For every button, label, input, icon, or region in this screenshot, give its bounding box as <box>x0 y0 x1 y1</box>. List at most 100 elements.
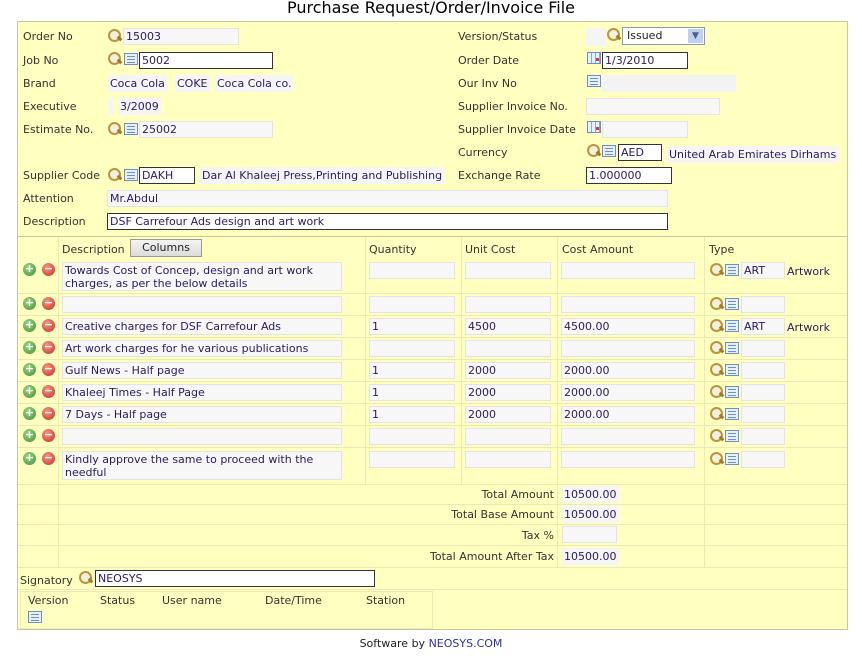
supplier-invoice-no-field[interactable] <box>586 98 720 115</box>
line-unit-cost[interactable] <box>465 262 551 279</box>
add-row-icon[interactable]: + <box>23 263 36 276</box>
supplier-code-field[interactable]: DAKH <box>139 167 195 184</box>
list-icon[interactable] <box>124 123 138 135</box>
line-cost-amount[interactable] <box>561 296 695 313</box>
line-quantity[interactable] <box>369 262 455 279</box>
calendar-icon[interactable] <box>587 52 601 64</box>
line-type[interactable] <box>741 296 785 313</box>
search-icon[interactable] <box>709 362 724 377</box>
search-icon[interactable] <box>709 384 724 399</box>
list-icon[interactable] <box>124 169 138 181</box>
line-description[interactable]: Art work charges for he various publicat… <box>62 340 342 357</box>
list-icon[interactable] <box>725 364 739 376</box>
line-type[interactable] <box>741 451 785 468</box>
search-icon[interactable] <box>709 318 724 333</box>
line-cost-amount[interactable]: 2000.00 <box>561 384 695 401</box>
list-icon[interactable] <box>28 611 42 623</box>
line-description[interactable]: Towards Cost of Concep, design and art w… <box>62 262 342 291</box>
line-unit-cost[interactable] <box>465 428 551 445</box>
search-icon[interactable] <box>586 143 601 158</box>
calendar-icon[interactable] <box>587 121 601 133</box>
estimate-no-field[interactable]: 25002 <box>139 121 273 138</box>
line-description[interactable] <box>62 428 342 445</box>
list-icon[interactable] <box>124 53 138 65</box>
remove-row-icon[interactable]: − <box>42 319 55 332</box>
neosys-link[interactable]: NEOSYS.COM <box>429 637 503 650</box>
add-row-icon[interactable]: + <box>23 319 36 332</box>
columns-button[interactable]: Columns <box>130 239 202 257</box>
search-icon[interactable] <box>709 262 724 277</box>
line-quantity[interactable] <box>369 428 455 445</box>
search-icon[interactable] <box>107 51 122 66</box>
currency-field[interactable]: AED <box>618 144 662 161</box>
add-row-icon[interactable]: + <box>23 341 36 354</box>
line-description[interactable]: Gulf News - Half page <box>62 362 342 379</box>
remove-row-icon[interactable]: − <box>42 452 55 465</box>
line-quantity[interactable] <box>369 340 455 357</box>
line-type[interactable]: ART <box>741 318 785 335</box>
line-type[interactable] <box>741 340 785 357</box>
list-icon[interactable] <box>725 320 739 332</box>
line-unit-cost[interactable] <box>465 296 551 313</box>
line-unit-cost[interactable]: 2000 <box>465 362 551 379</box>
list-icon[interactable] <box>725 430 739 442</box>
signatory-field[interactable]: NEOSYS <box>95 570 375 587</box>
list-icon[interactable] <box>725 264 739 276</box>
search-icon[interactable] <box>709 296 724 311</box>
add-row-icon[interactable]: + <box>23 363 36 376</box>
line-unit-cost[interactable]: 2000 <box>465 406 551 423</box>
line-cost-amount[interactable]: 2000.00 <box>561 406 695 423</box>
line-unit-cost[interactable]: 4500 <box>465 318 551 335</box>
attention-field[interactable]: Mr.Abdul <box>107 190 668 207</box>
line-cost-amount[interactable]: 2000.00 <box>561 362 695 379</box>
line-type[interactable]: ART <box>741 262 785 279</box>
line-description[interactable] <box>62 296 342 313</box>
list-icon[interactable] <box>602 145 616 157</box>
our-inv-no-field[interactable] <box>602 75 736 92</box>
add-row-icon[interactable]: + <box>23 297 36 310</box>
add-row-icon[interactable]: + <box>23 407 36 420</box>
list-icon[interactable] <box>587 75 601 87</box>
tax-field[interactable] <box>562 526 617 543</box>
order-date-field[interactable]: 1/3/2010 <box>602 52 688 69</box>
line-cost-amount[interactable] <box>561 451 695 468</box>
line-description[interactable]: Khaleej Times - Half Page <box>62 384 342 401</box>
line-type[interactable] <box>741 428 785 445</box>
add-row-icon[interactable]: + <box>23 452 36 465</box>
line-cost-amount[interactable] <box>561 340 695 357</box>
line-quantity[interactable]: 1 <box>369 362 455 379</box>
search-icon[interactable] <box>709 406 724 421</box>
exchange-rate-field[interactable]: 1.000000 <box>586 167 672 184</box>
add-row-icon[interactable]: + <box>23 429 36 442</box>
search-icon[interactable] <box>709 428 724 443</box>
line-cost-amount[interactable]: 4500.00 <box>561 318 695 335</box>
line-description[interactable]: Kindly approve the same to proceed with … <box>62 451 342 480</box>
line-quantity[interactable] <box>369 296 455 313</box>
description-field[interactable]: DSF Carrefour Ads design and art work <box>107 213 668 230</box>
order-no-field[interactable]: 15003 <box>123 28 239 45</box>
remove-row-icon[interactable]: − <box>42 363 55 376</box>
line-unit-cost[interactable] <box>465 340 551 357</box>
line-quantity[interactable] <box>369 451 455 468</box>
remove-row-icon[interactable]: − <box>42 263 55 276</box>
line-type[interactable] <box>741 384 785 401</box>
search-icon[interactable] <box>107 121 122 136</box>
list-icon[interactable] <box>725 386 739 398</box>
line-unit-cost[interactable]: 2000 <box>465 384 551 401</box>
remove-row-icon[interactable]: − <box>42 385 55 398</box>
line-cost-amount[interactable] <box>561 262 695 279</box>
line-description[interactable]: Creative charges for DSF Carrefour Ads <box>62 318 342 335</box>
search-icon[interactable] <box>107 167 122 182</box>
list-icon[interactable] <box>725 408 739 420</box>
search-icon[interactable] <box>709 340 724 355</box>
line-type[interactable] <box>741 406 785 423</box>
list-icon[interactable] <box>725 453 739 465</box>
line-cost-amount[interactable] <box>561 428 695 445</box>
search-icon[interactable] <box>606 27 621 42</box>
remove-row-icon[interactable]: − <box>42 297 55 310</box>
remove-row-icon[interactable]: − <box>42 429 55 442</box>
status-select[interactable]: Issued ▼ <box>622 27 705 45</box>
search-icon[interactable] <box>709 451 724 466</box>
search-icon[interactable] <box>107 28 122 43</box>
line-quantity[interactable]: 1 <box>369 384 455 401</box>
